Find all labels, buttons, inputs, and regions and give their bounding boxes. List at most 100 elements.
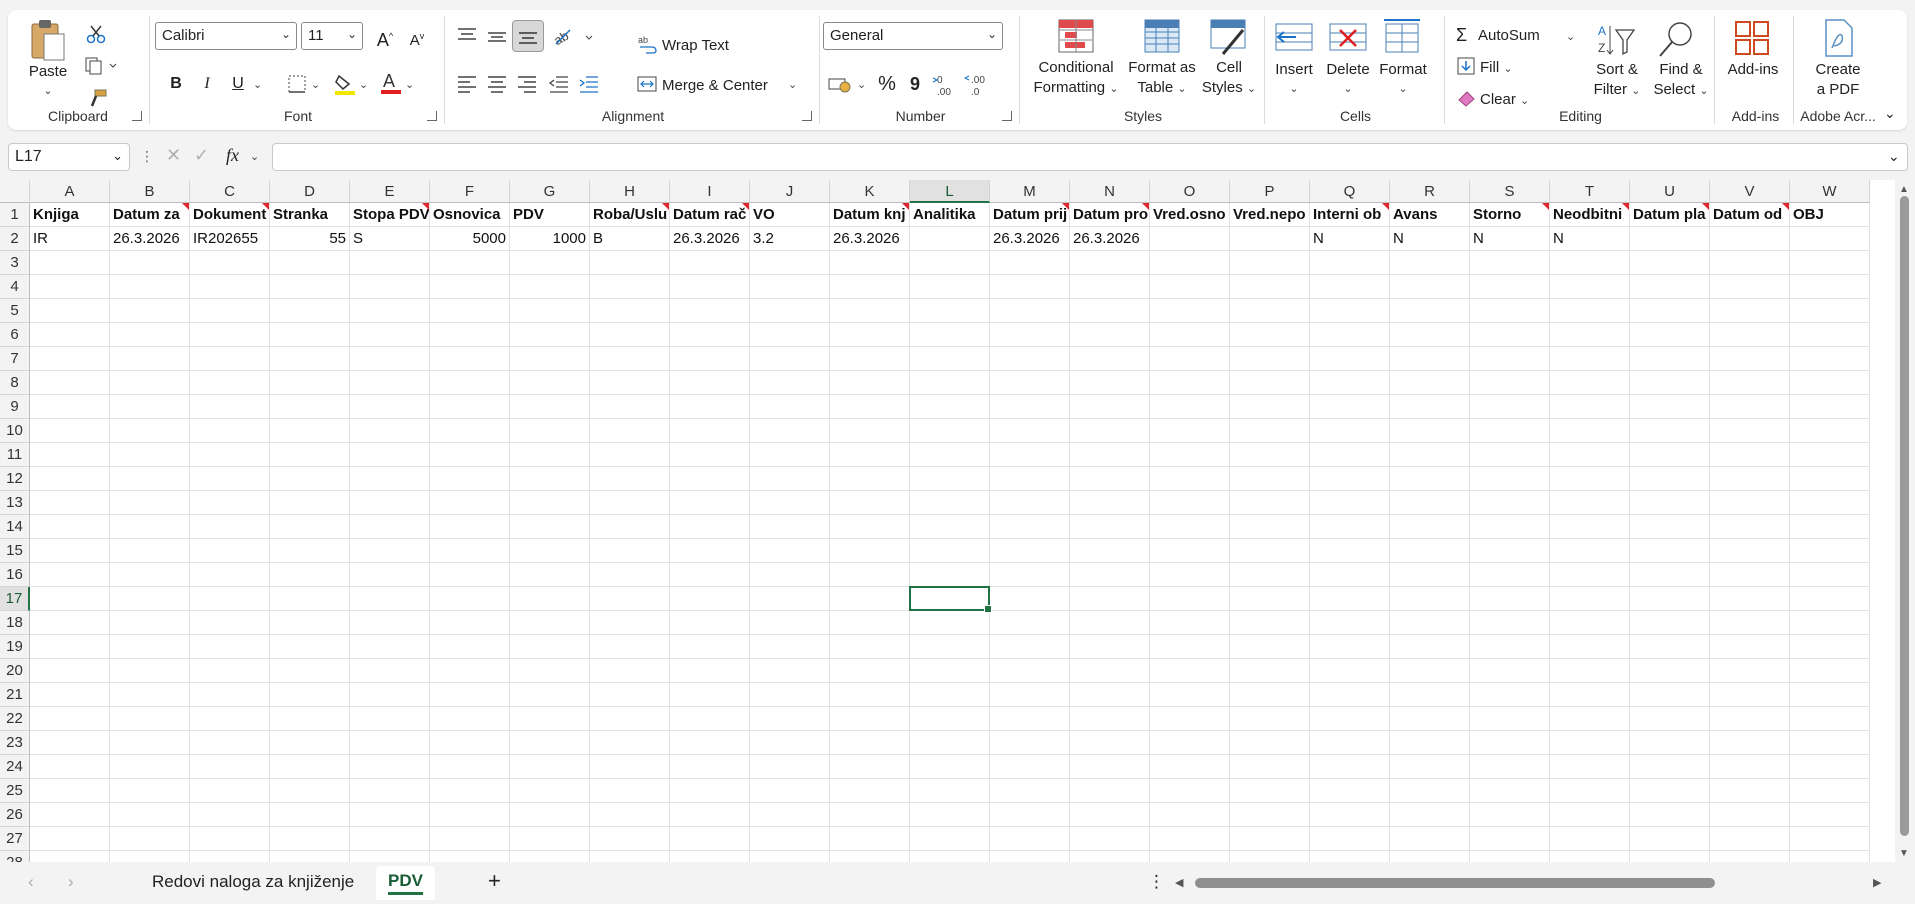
align-left-icon[interactable] (456, 74, 478, 94)
cell-j6[interactable] (750, 323, 830, 347)
column-header-h[interactable]: H (590, 180, 670, 203)
cell-c15[interactable] (190, 539, 270, 563)
column-header-r[interactable]: R (1390, 180, 1470, 203)
cell-d20[interactable] (270, 659, 350, 683)
cell-o1[interactable]: Vred.osno (1150, 203, 1230, 227)
cell-q27[interactable] (1310, 827, 1390, 851)
cell-n25[interactable] (1070, 779, 1150, 803)
cell-n16[interactable] (1070, 563, 1150, 587)
cell-s9[interactable] (1470, 395, 1550, 419)
cell-v17[interactable] (1710, 587, 1790, 611)
find-select-icon[interactable] (1656, 20, 1696, 60)
cell-k12[interactable] (830, 467, 910, 491)
cell-i10[interactable] (670, 419, 750, 443)
cell-s10[interactable] (1470, 419, 1550, 443)
pdf-icon[interactable] (1822, 18, 1856, 58)
cell-a13[interactable] (30, 491, 110, 515)
cell-e15[interactable] (350, 539, 430, 563)
cell-k15[interactable] (830, 539, 910, 563)
font-name-select[interactable]: Calibri ⌄ (155, 22, 297, 50)
cell-n11[interactable] (1070, 443, 1150, 467)
cell-p2[interactable] (1230, 227, 1310, 251)
cell-m16[interactable] (990, 563, 1070, 587)
cell-l11[interactable] (910, 443, 990, 467)
cell-g24[interactable] (510, 755, 590, 779)
column-header-s[interactable]: S (1470, 180, 1550, 203)
cell-b15[interactable] (110, 539, 190, 563)
cell-c14[interactable] (190, 515, 270, 539)
cell-t17[interactable] (1550, 587, 1630, 611)
cell-p25[interactable] (1230, 779, 1310, 803)
cell-u10[interactable] (1630, 419, 1710, 443)
cell-j24[interactable] (750, 755, 830, 779)
cell-p12[interactable] (1230, 467, 1310, 491)
collapse-ribbon-icon[interactable]: ⌄ (1884, 104, 1896, 123)
column-header-f[interactable]: F (430, 180, 510, 203)
cell-p28[interactable] (1230, 851, 1310, 862)
sort-filter-icon[interactable]: A Z (1596, 22, 1636, 60)
cell-l1[interactable]: Analitika (910, 203, 990, 227)
cell-p24[interactable] (1230, 755, 1310, 779)
cell-i9[interactable] (670, 395, 750, 419)
cell-n19[interactable] (1070, 635, 1150, 659)
cell-f22[interactable] (430, 707, 510, 731)
font-color-icon[interactable]: A (379, 70, 403, 96)
cell-l12[interactable] (910, 467, 990, 491)
cell-t24[interactable] (1550, 755, 1630, 779)
underline-dropdown[interactable]: ⌄ (253, 76, 262, 95)
cell-g13[interactable] (510, 491, 590, 515)
cell-q13[interactable] (1310, 491, 1390, 515)
cell-r17[interactable] (1390, 587, 1470, 611)
comment-indicator-icon[interactable] (902, 203, 909, 210)
cell-r14[interactable] (1390, 515, 1470, 539)
cell-f23[interactable] (430, 731, 510, 755)
cell-k16[interactable] (830, 563, 910, 587)
cell-h11[interactable] (590, 443, 670, 467)
row-header-26[interactable]: 26 (0, 803, 30, 827)
font-size-select[interactable]: 11 ⌄ (301, 22, 363, 50)
cell-u5[interactable] (1630, 299, 1710, 323)
cell-e4[interactable] (350, 275, 430, 299)
cell-o19[interactable] (1150, 635, 1230, 659)
create-pdf-button[interactable]: Create (1796, 60, 1880, 79)
cell-n15[interactable] (1070, 539, 1150, 563)
cell-a28[interactable] (30, 851, 110, 862)
cell-u18[interactable] (1630, 611, 1710, 635)
cell-e14[interactable] (350, 515, 430, 539)
eraser-icon[interactable] (1456, 88, 1476, 108)
cell-a24[interactable] (30, 755, 110, 779)
cell-s13[interactable] (1470, 491, 1550, 515)
delete-cells-icon[interactable] (1328, 20, 1368, 56)
cell-h9[interactable] (590, 395, 670, 419)
cell-n13[interactable] (1070, 491, 1150, 515)
cell-o5[interactable] (1150, 299, 1230, 323)
cell-s23[interactable] (1470, 731, 1550, 755)
cell-styles-button[interactable]: Cell (1203, 58, 1255, 77)
cell-v15[interactable] (1710, 539, 1790, 563)
column-header-i[interactable]: I (670, 180, 750, 203)
cell-v11[interactable] (1710, 443, 1790, 467)
cell-t21[interactable] (1550, 683, 1630, 707)
cell-j8[interactable] (750, 371, 830, 395)
scroll-left-icon[interactable]: ◀ (1175, 874, 1183, 893)
cell-s24[interactable] (1470, 755, 1550, 779)
cell-n17[interactable] (1070, 587, 1150, 611)
cell-j22[interactable] (750, 707, 830, 731)
cell-o12[interactable] (1150, 467, 1230, 491)
cell-f19[interactable] (430, 635, 510, 659)
cell-v12[interactable] (1710, 467, 1790, 491)
cell-i19[interactable] (670, 635, 750, 659)
cell-h28[interactable] (590, 851, 670, 862)
cell-g18[interactable] (510, 611, 590, 635)
comma-style-button[interactable]: 9 (905, 70, 925, 98)
cell-o22[interactable] (1150, 707, 1230, 731)
cell-l25[interactable] (910, 779, 990, 803)
cell-s25[interactable] (1470, 779, 1550, 803)
find-select-button[interactable]: Find & (1648, 60, 1714, 79)
cell-f16[interactable] (430, 563, 510, 587)
comment-indicator-icon[interactable] (422, 203, 429, 210)
cell-v10[interactable] (1710, 419, 1790, 443)
cell-d26[interactable] (270, 803, 350, 827)
cell-p3[interactable] (1230, 251, 1310, 275)
cell-s14[interactable] (1470, 515, 1550, 539)
